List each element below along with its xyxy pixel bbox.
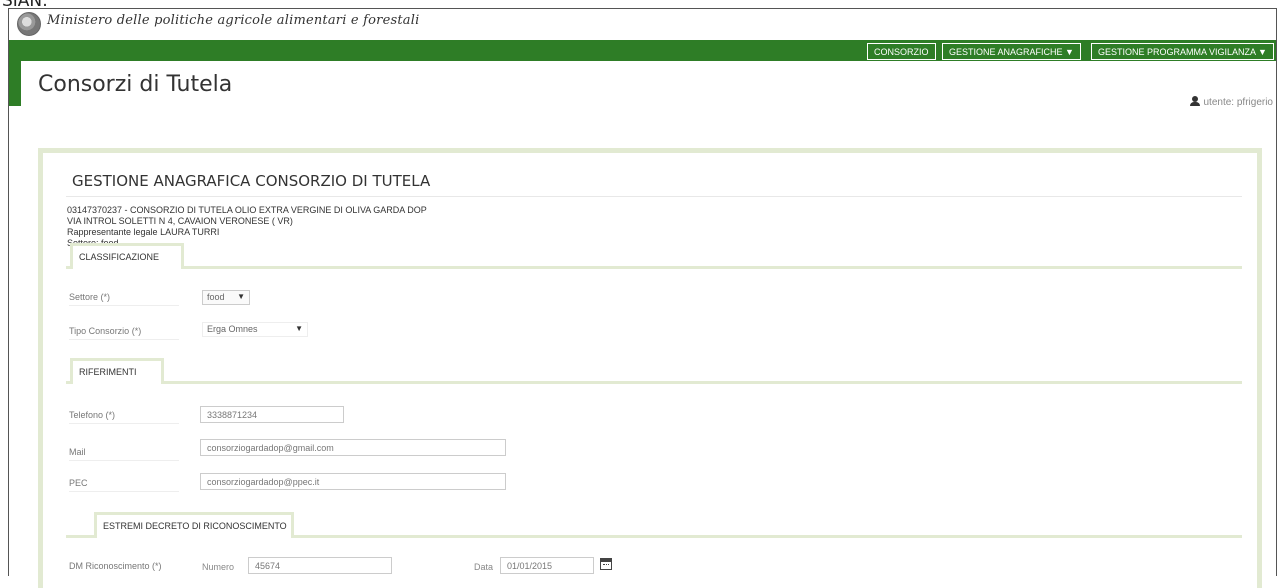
ministry-logo-text: Ministero delle politiche agricole alime… (47, 13, 420, 28)
divider (66, 196, 1242, 197)
user-menu[interactable]: utente: pfrigerio (1189, 96, 1274, 108)
data-input[interactable] (500, 557, 594, 574)
data-label: Data (474, 562, 494, 572)
page-title: Consorzi di Tutela (38, 72, 233, 97)
tipo-consorzio-label: Tipo Consorzio (*) (69, 326, 179, 340)
section-divider (66, 266, 1242, 269)
settore-select[interactable]: food ▼ (202, 290, 250, 305)
telefono-input[interactable] (200, 406, 344, 423)
pec-input[interactable] (200, 473, 506, 490)
panel-title: GESTIONE ANAGRAFICA CONSORZIO DI TUTELA (72, 172, 431, 190)
numero-input[interactable] (248, 557, 392, 574)
nav-gestione-anagrafiche-button[interactable]: GESTIONE ANAGRAFICHE ▼ (942, 43, 1081, 60)
mail-input[interactable] (200, 439, 506, 456)
chevron-down-icon: ▼ (295, 324, 303, 333)
tab-classificazione[interactable]: CLASSIFICAZIONE (70, 243, 184, 269)
settore-label: Settore (*) (69, 292, 179, 306)
chevron-down-icon: ▼ (237, 292, 245, 301)
consorzio-id-line: 03147370237 - CONSORZIO DI TUTELA OLIO E… (67, 205, 427, 215)
settore-select-value: food (207, 292, 225, 302)
legal-representative-line: Rappresentante legale LAURA TURRI (67, 227, 220, 237)
tab-estremi-decreto[interactable]: ESTREMI DECRETO DI RICONOSCIMENTO (94, 512, 294, 538)
tipo-consorzio-select-value: Erga Omnes (207, 324, 258, 334)
numero-label: Numero (202, 562, 235, 572)
nav-gestione-programma-vigilanza-button[interactable]: GESTIONE PROGRAMMA VIGILANZA ▼ (1091, 43, 1274, 60)
republic-emblem-icon (17, 12, 41, 36)
consorzio-address-line: VIA INTROL SOLETTI N 4, CAVAION VERONESE… (67, 216, 293, 226)
telefono-label: Telefono (*) (69, 410, 179, 424)
tipo-consorzio-select[interactable]: Erga Omnes ▼ (202, 322, 308, 337)
user-label: utente: pfrigerio (1203, 97, 1274, 108)
mail-label: Mail (69, 447, 179, 461)
tab-riferimenti[interactable]: RIFERIMENTI (70, 358, 164, 384)
calendar-icon[interactable] (600, 558, 612, 570)
nav-consorzio-button[interactable]: CONSORZIO (867, 43, 936, 60)
section-divider (66, 381, 1242, 384)
user-icon (1189, 96, 1200, 106)
top-nav-bar (9, 40, 1276, 61)
pec-label: PEC (69, 478, 179, 492)
sidebar-accent (9, 61, 21, 106)
dm-riconoscimento-label: DM Riconoscimento (*) (69, 561, 162, 571)
